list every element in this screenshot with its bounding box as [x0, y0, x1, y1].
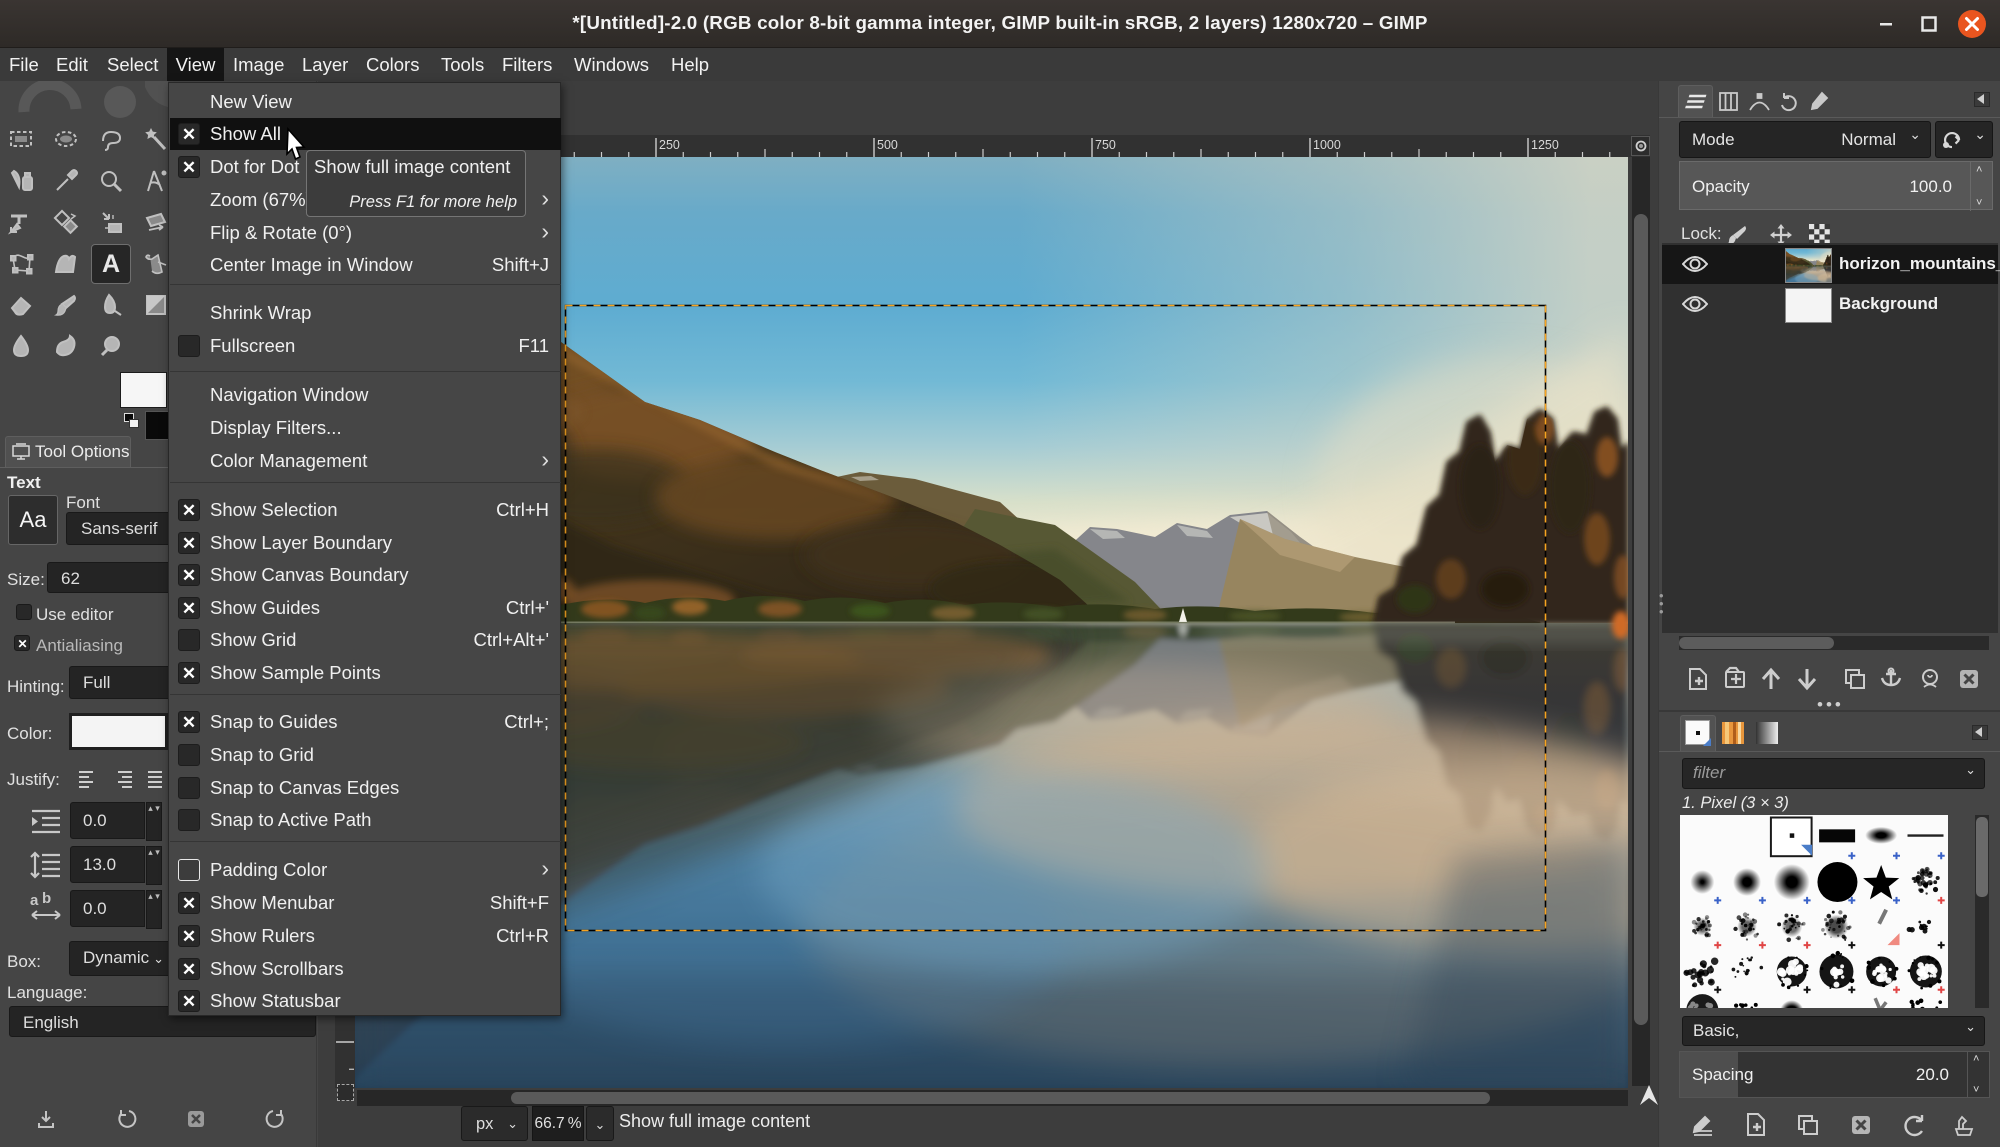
- svg-text:250: 250: [659, 138, 680, 152]
- svg-text:b: b: [42, 891, 51, 907]
- svg-text:1000: 1000: [1313, 138, 1341, 152]
- svg-text:a: a: [30, 892, 39, 909]
- svg-text:750: 750: [1095, 138, 1116, 152]
- svg-text:500: 500: [877, 138, 898, 152]
- svg-text:1250: 1250: [1531, 138, 1559, 152]
